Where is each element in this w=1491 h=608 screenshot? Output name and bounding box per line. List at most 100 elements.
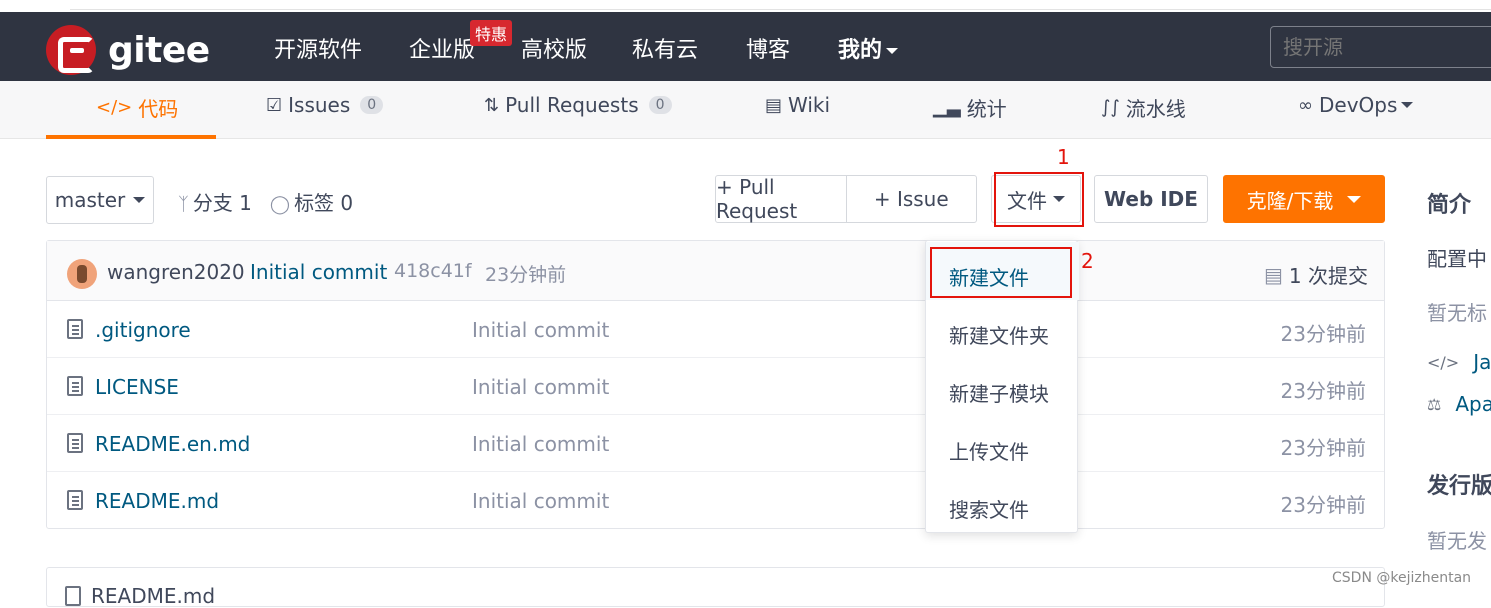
readme-title: README.md (91, 584, 216, 608)
pr-issue-group: + Pull Request + Issue (715, 175, 977, 223)
branch-select-label: master (54, 188, 126, 212)
tab-wiki[interactable]: ▤ Wiki (765, 93, 830, 117)
infinity-icon: ∞ (1298, 94, 1313, 116)
file-icon (67, 376, 83, 396)
tag-icon: ◯ (269, 194, 291, 215)
file-name[interactable]: LICENSE (95, 375, 179, 399)
latest-commit-row: wangren2020 Initial commit 418c41f 23分钟前… (47, 241, 1384, 301)
commit-message[interactable]: Initial commit (250, 260, 387, 284)
pipeline-icon: ∫∫ (1101, 97, 1120, 118)
nav-enterprise[interactable]: 企业版 (409, 32, 475, 64)
sidebar-license[interactable]: ⚖ Apa (1427, 392, 1491, 416)
file-time: 23分钟前 (1280, 436, 1366, 460)
pulls-count-badge: 0 (648, 96, 672, 114)
web-ide-button[interactable]: Web IDE (1094, 175, 1208, 223)
promo-badge: 特惠 (470, 20, 513, 46)
file-icon (67, 433, 83, 453)
menu-item-new-submodule[interactable]: 新建子模块 (926, 358, 1079, 416)
top-navbar: gitee 开源软件 企业版 特惠 高校版 私有云 博客 我的 (0, 12, 1491, 81)
new-issue-button[interactable]: + Issue (845, 176, 977, 222)
issues-count-badge: 0 (360, 96, 384, 114)
chevron-down-icon (1401, 102, 1414, 108)
commit-hash[interactable]: 418c41f (394, 260, 472, 282)
scale-icon: ⚖ (1427, 394, 1442, 414)
tab-pulls-label: Pull Requests (505, 93, 639, 117)
commit-count: 1 次提交 (1288, 264, 1368, 288)
avatar[interactable] (67, 259, 97, 289)
readme-panel: README.md (46, 567, 1385, 608)
chevron-down-icon (133, 197, 146, 203)
file-time: 23分钟前 (1280, 322, 1366, 346)
new-pull-request-button[interactable]: + Pull Request (716, 175, 846, 223)
repo-file-table: wangren2020 Initial commit 418c41f 23分钟前… (46, 240, 1385, 529)
nav-private-cloud[interactable]: 私有云 (632, 32, 698, 64)
sidebar-no-tags: 暂无标 (1427, 301, 1487, 325)
annotation-step-2: 2 (1081, 249, 1094, 273)
commit-time: 23分钟前 (485, 264, 567, 286)
menu-item-search-file[interactable]: 搜索文件 (926, 474, 1079, 532)
clone-download-button[interactable]: 克隆/下载 (1223, 175, 1385, 223)
chevron-down-icon (1347, 195, 1362, 203)
file-icon (67, 319, 83, 339)
table-row: LICENSE Initial commit 23分钟前 (47, 358, 1384, 415)
book-icon: ▤ (765, 94, 783, 116)
menu-item-new-folder[interactable]: 新建文件夹 (926, 300, 1079, 358)
table-row: .gitignore Initial commit 23分钟前 (47, 301, 1384, 358)
tab-devops-label: DevOps (1319, 93, 1398, 117)
tab-issues[interactable]: ☑ Issues 0 (266, 93, 384, 117)
sidebar-language[interactable]: </> Jav (1427, 350, 1491, 374)
nav-mine[interactable]: 我的 (838, 32, 899, 64)
sidebar-language-label: Jav (1473, 350, 1491, 374)
gitee-logo[interactable]: gitee (46, 25, 210, 75)
branch-select[interactable]: master (46, 176, 154, 224)
nav-education[interactable]: 高校版 (521, 32, 587, 64)
commit-author[interactable]: wangren2020 (107, 260, 245, 284)
tab-wiki-label: Wiki (788, 93, 831, 117)
code-icon: </> (96, 97, 133, 118)
tab-devops[interactable]: ∞ DevOps (1298, 93, 1414, 117)
file-name[interactable]: .gitignore (95, 318, 191, 342)
commits-icon: ▤ (1264, 262, 1283, 287)
nav-open-source[interactable]: 开源软件 (274, 32, 362, 64)
menu-item-upload-file[interactable]: 上传文件 (926, 416, 1079, 474)
file-commit-message[interactable]: Initial commit (472, 432, 609, 456)
table-row: README.md Initial commit 23分钟前 (47, 472, 1384, 529)
repo-tabs: </> 代码 ☑ Issues 0 ⇅ Pull Requests 0 ▤ Wi… (0, 81, 1491, 139)
tab-code[interactable]: </> 代码 (96, 93, 178, 122)
tab-stats-label: 统计 (966, 97, 1007, 121)
file-commit-message[interactable]: Initial commit (472, 489, 609, 513)
branches-link[interactable]: ᛉ 分支 1 (178, 187, 252, 216)
tab-stats[interactable]: ▁▃ 统计 (933, 93, 1007, 122)
file-icon (67, 490, 83, 510)
tab-pull-requests[interactable]: ⇅ Pull Requests 0 (484, 93, 672, 117)
file-name[interactable]: README.en.md (95, 432, 250, 456)
pull-request-icon: ⇅ (484, 94, 500, 116)
file-name[interactable]: README.md (95, 489, 219, 513)
branch-icon: ᛉ (178, 194, 189, 215)
gitee-logo-icon (46, 25, 96, 75)
tab-issues-label: Issues (288, 93, 351, 117)
watermark: CSDN @kejizhentan (1332, 570, 1472, 586)
annotation-box-new-file (930, 247, 1072, 298)
file-commit-message[interactable]: Initial commit (472, 318, 609, 342)
tags-label: 标签 0 (294, 191, 354, 215)
file-time: 23分钟前 (1280, 493, 1366, 517)
chevron-down-icon (886, 48, 899, 54)
file-commit-message[interactable]: Initial commit (472, 375, 609, 399)
clone-label: 克隆/下载 (1246, 188, 1334, 213)
logo-text: gitee (108, 29, 210, 71)
branches-label: 分支 1 (192, 191, 252, 215)
bar-chart-icon: ▁▃ (933, 97, 961, 118)
nav-blog[interactable]: 博客 (746, 32, 790, 64)
annotation-step-1: 1 (1057, 145, 1070, 169)
tags-link[interactable]: ◯ 标签 0 (270, 187, 353, 216)
sidebar-license-label: Apa (1455, 392, 1491, 416)
commit-count-link[interactable]: ▤ 1 次提交 (1264, 260, 1368, 289)
tab-pipeline[interactable]: ∫∫ 流水线 (1101, 93, 1186, 122)
tab-code-label: 代码 (138, 97, 179, 121)
sidebar-intro-title: 简介 (1427, 193, 1472, 218)
search-input[interactable] (1270, 26, 1491, 68)
file-icon (65, 586, 81, 606)
file-time: 23分钟前 (1280, 379, 1366, 403)
table-row: README.en.md Initial commit 23分钟前 (47, 415, 1384, 472)
